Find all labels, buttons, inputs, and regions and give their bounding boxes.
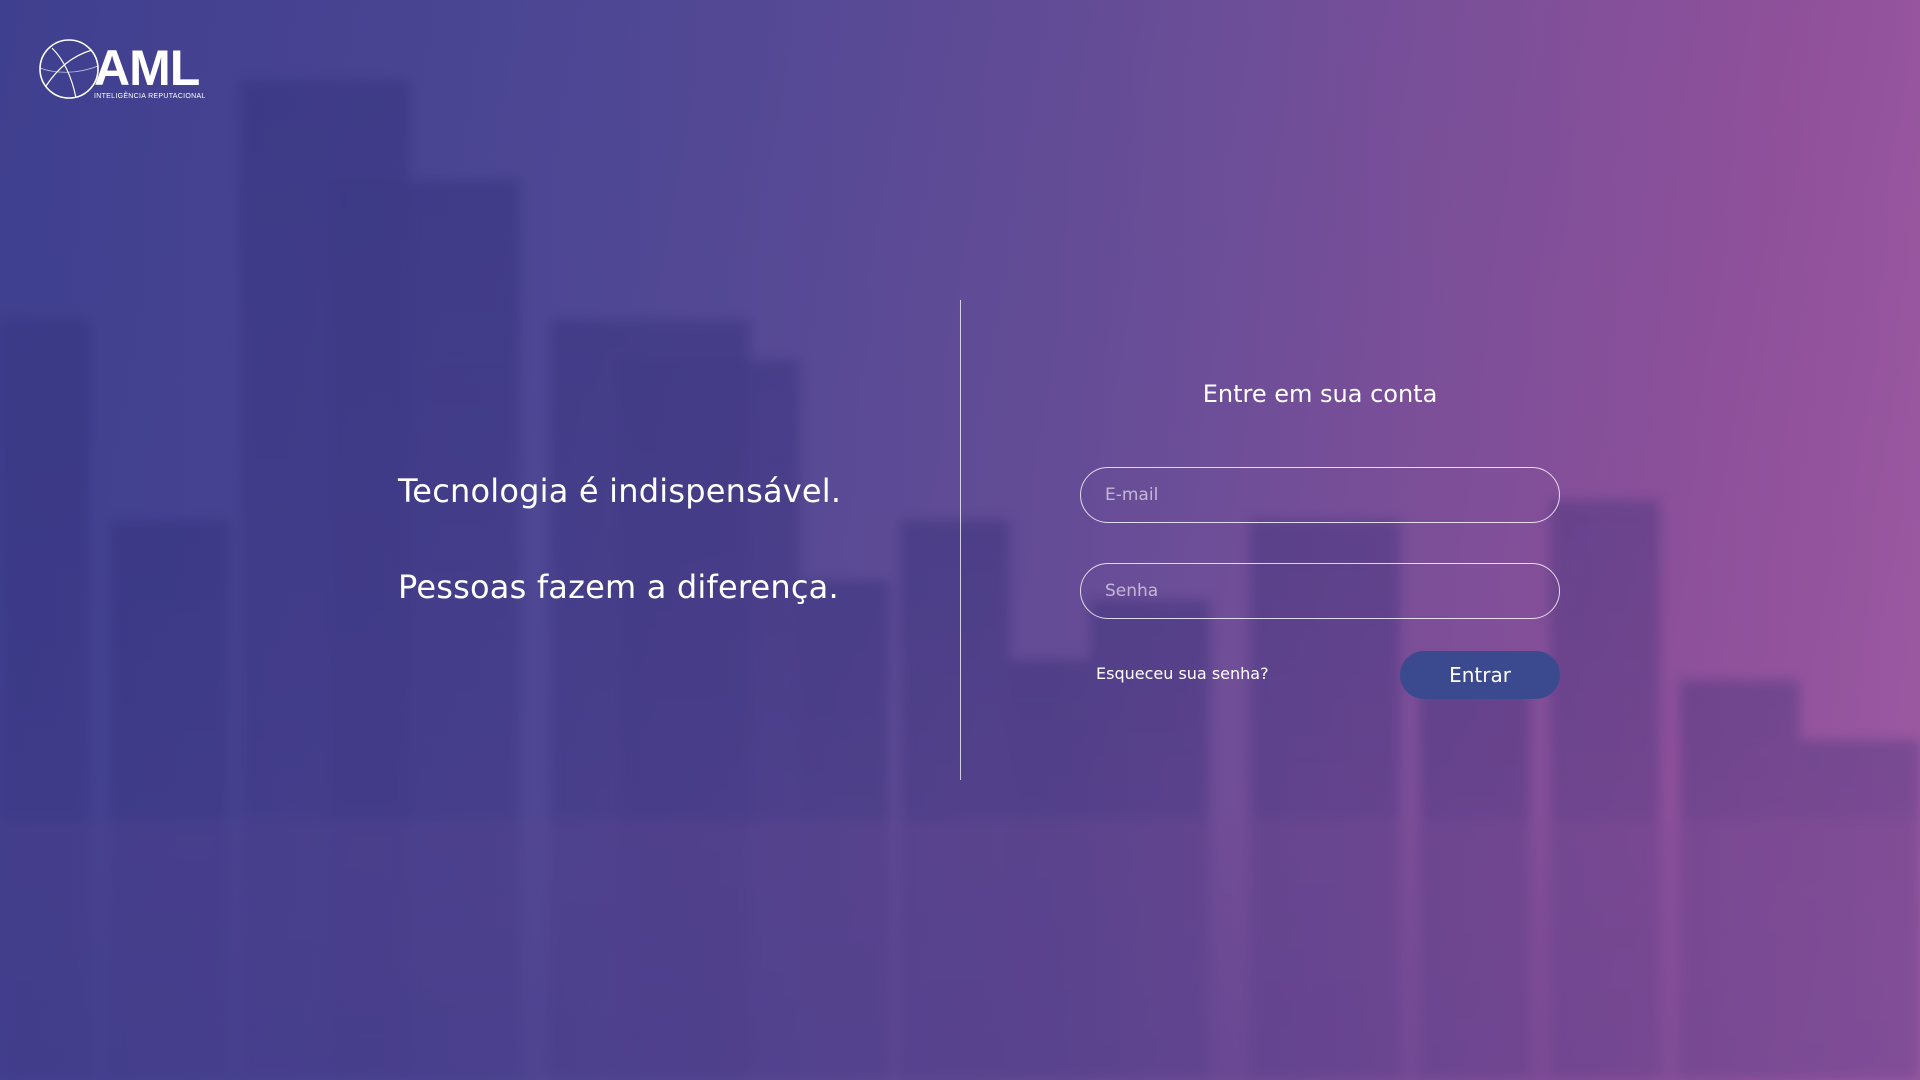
hero-line-2: Pessoas fazem a diferença. bbox=[398, 568, 839, 606]
logo-tagline: INTELIGÊNCIA REPUTACIONAL bbox=[94, 93, 206, 100]
password-field[interactable] bbox=[1080, 563, 1560, 619]
forgot-password-link[interactable]: Esqueceu sua senha? bbox=[1096, 664, 1269, 683]
login-title: Entre em sua conta bbox=[1202, 380, 1438, 408]
email-field[interactable] bbox=[1080, 467, 1560, 523]
brand-logo[interactable]: AML INTELIGÊNCIA REPUTACIONAL bbox=[38, 38, 206, 100]
login-page: AML INTELIGÊNCIA REPUTACIONAL Tecnologia… bbox=[0, 0, 1920, 1080]
login-submit-button[interactable]: Entrar bbox=[1400, 651, 1560, 699]
vertical-divider bbox=[960, 300, 961, 780]
globe-icon bbox=[39, 39, 99, 99]
logo-wordmark: AML bbox=[94, 40, 200, 96]
logo-text-block: AML INTELIGÊNCIA REPUTACIONAL bbox=[94, 40, 206, 100]
hero-line-1: Tecnologia é indispensável. bbox=[398, 472, 842, 510]
